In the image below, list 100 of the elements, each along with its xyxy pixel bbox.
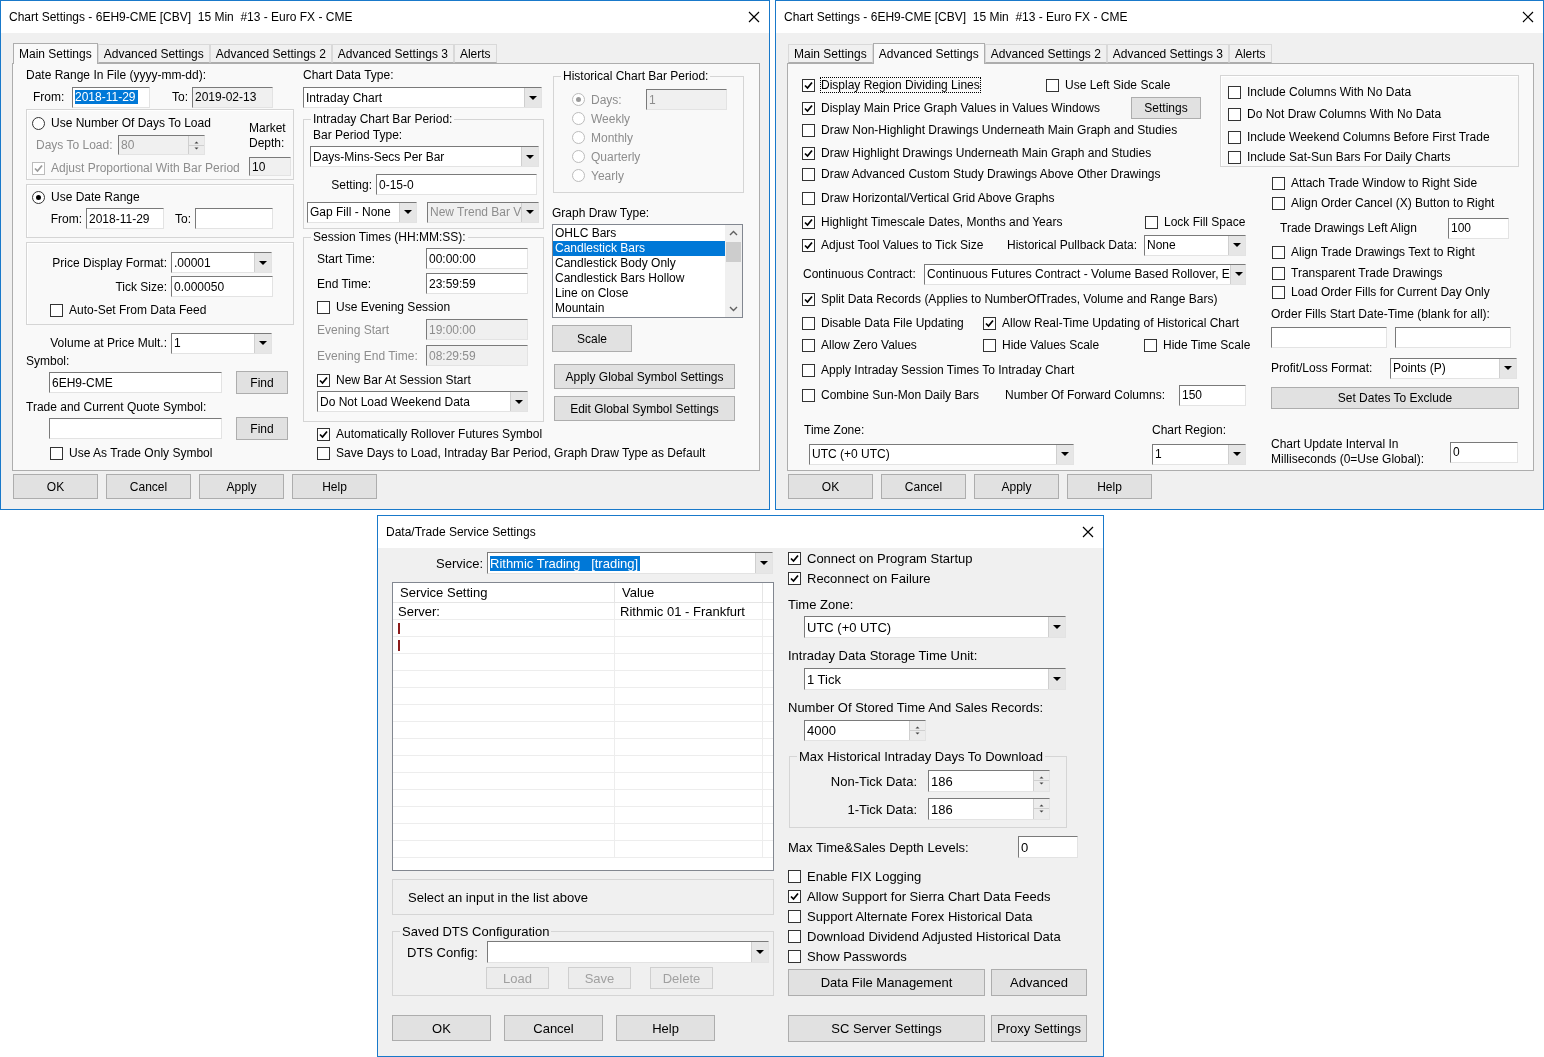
button[interactable]: Cancel (504, 1015, 603, 1041)
close-icon[interactable] (1082, 526, 1094, 538)
dropdown[interactable]: Gap Fill - None (307, 201, 417, 223)
checkbox[interactable]: Disable Data File Updating (802, 316, 964, 330)
button[interactable]: Apply (199, 474, 284, 499)
list-item[interactable]: OHLC Bars (553, 226, 725, 241)
dropdown[interactable]: Intraday Chart (303, 87, 542, 108)
dropdown[interactable]: Rithmic Trading [trading] (487, 552, 773, 574)
dropdown[interactable]: UTC (+0 UTC) (809, 443, 1074, 465)
checkbox[interactable]: Use As Trade Only Symbol (50, 446, 213, 460)
checkbox[interactable]: Use Evening Session (317, 300, 451, 314)
checkbox[interactable]: Draw Non-Highlight Drawings Underneath Main Graph and Studies (802, 123, 1178, 137)
button[interactable]: Scale (552, 325, 632, 352)
dropdown[interactable]: Do Not Load Weekend Data (317, 391, 528, 412)
tab[interactable]: Main Settings (13, 43, 98, 64)
checkbox[interactable]: Allow Support for Sierra Chart Data Feeds (788, 888, 1051, 904)
text-field[interactable]: 0 (1018, 836, 1078, 858)
button[interactable]: Settings (1131, 97, 1201, 119)
checkbox[interactable]: Highlight Timescale Dates, Months and Years (802, 215, 1063, 229)
checkbox[interactable]: Include Weekend Columns Before First Trade (1228, 130, 1490, 144)
checkbox[interactable]: Allow Zero Values (802, 338, 917, 352)
text-field[interactable]: 150 (1179, 384, 1246, 406)
dropdown[interactable]: .00001 (171, 252, 272, 273)
checkbox[interactable]: Draw Advanced Custom Study Drawings Above Other Drawings (802, 167, 1161, 181)
tab[interactable]: Advanced Settings (872, 43, 985, 64)
button[interactable]: Help (616, 1015, 715, 1041)
button[interactable]: Apply (974, 474, 1059, 499)
button[interactable]: Data File Management (788, 969, 985, 996)
text-field[interactable]: 0-15-0 (376, 174, 537, 195)
checkbox[interactable]: Hide Values Scale (983, 338, 1100, 352)
dropdown[interactable]: 1 (171, 332, 272, 354)
checkbox[interactable]: Apply Intraday Session Times To Intraday Chart (802, 363, 1075, 377)
list-item[interactable]: Mountain (553, 301, 725, 316)
button[interactable]: Cancel (881, 474, 966, 499)
list-item[interactable]: Line on Close (553, 286, 725, 301)
text-field[interactable]: 2018-11-29 (72, 86, 150, 108)
checkbox[interactable]: Draw Highlight Drawings Underneath Main Graph and Studies (802, 146, 1152, 160)
checkbox[interactable]: Split Data Records (Applies to NumberOfTrades, Volume and Range Bars) (802, 292, 1218, 306)
button[interactable]: Set Dates To Exclude (1271, 387, 1519, 409)
button[interactable]: Advanced (991, 969, 1087, 996)
button[interactable]: Help (292, 474, 377, 499)
button[interactable]: OK (788, 474, 873, 499)
spin-field[interactable]: 186 (928, 770, 1050, 792)
dropdown[interactable]: 1 (1152, 443, 1246, 465)
checkbox[interactable]: Auto-Set From Data Feed (50, 303, 207, 317)
checkbox[interactable]: New Bar At Session Start (317, 373, 471, 387)
text-field[interactable] (1395, 326, 1511, 348)
text-field[interactable]: 0.000050 (171, 276, 273, 297)
list-item[interactable]: Candlestick Body Only (553, 256, 725, 271)
text-field[interactable]: 6EH9-CME (49, 372, 222, 393)
radio-button[interactable]: Use Date Range (32, 190, 140, 204)
text-field[interactable]: 23:59:59 (426, 273, 528, 294)
checkbox[interactable]: Load Order Fills for Current Day Only (1272, 285, 1490, 299)
text-field[interactable]: 00:00:00 (426, 248, 528, 269)
text-field[interactable]: 0 (1450, 441, 1518, 463)
close-icon[interactable] (1522, 11, 1534, 23)
text-field[interactable]: 10 (249, 157, 291, 176)
button[interactable]: Help (1067, 474, 1152, 499)
checkbox[interactable]: Include Columns With No Data (1228, 85, 1412, 99)
text-field[interactable] (195, 208, 273, 229)
checkbox[interactable]: Lock Fill Space (1145, 215, 1246, 229)
tab[interactable]: Advanced Settings 2 (209, 44, 332, 63)
dropdown[interactable]: UTC (+0 UTC) (804, 616, 1066, 638)
tab[interactable]: Advanced Settings 2 (984, 44, 1107, 63)
checkbox[interactable]: Transparent Trade Drawings (1272, 266, 1443, 280)
button[interactable]: Proxy Settings (991, 1015, 1087, 1042)
tab[interactable]: Alerts (1228, 44, 1272, 63)
text-field[interactable] (49, 418, 222, 439)
text-field[interactable]: 2018-11-29 (86, 208, 164, 229)
checkbox[interactable]: Connect on Program Startup (788, 550, 973, 566)
button[interactable]: Apply Global Symbol Settings (554, 364, 735, 389)
checkbox[interactable]: Use Left Side Scale (1046, 78, 1171, 92)
checkbox[interactable]: Display Region Dividing Lines (802, 78, 980, 92)
checkbox[interactable]: Display Main Price Graph Values in Values Windows (802, 101, 1100, 115)
checkbox[interactable]: Align Order Cancel (X) Button to Right (1272, 196, 1495, 210)
button[interactable]: Cancel (106, 474, 191, 499)
checkbox[interactable]: Hide Time Scale (1144, 338, 1251, 352)
button[interactable]: SC Server Settings (788, 1015, 985, 1042)
checkbox[interactable]: Align Trade Drawings Text to Right (1272, 245, 1475, 259)
list-item[interactable]: Candlestick Bars (553, 241, 725, 256)
dropdown[interactable]: Points (P) (1390, 357, 1517, 379)
button[interactable]: Find (236, 371, 288, 394)
dropdown[interactable]: Continuous Futures Contract - Volume Based Rollover, E (924, 263, 1246, 285)
dropdown[interactable] (487, 941, 769, 963)
button[interactable]: Find (236, 417, 288, 440)
spin-field[interactable]: 4000 (804, 720, 926, 741)
text-field[interactable] (1271, 326, 1387, 348)
checkbox[interactable]: Reconnect on Failure (788, 570, 931, 586)
checkbox[interactable]: Do Not Draw Columns With No Data (1228, 107, 1442, 121)
tab[interactable]: Advanced Settings 3 (331, 44, 454, 63)
tab[interactable]: Alerts (453, 44, 497, 63)
scrollbar[interactable] (725, 225, 742, 317)
checkbox[interactable]: Attach Trade Window to Right Side (1272, 176, 1478, 190)
checkbox[interactable]: Automatically Rollover Futures Symbol (317, 427, 543, 441)
tab[interactable]: Main Settings (788, 44, 873, 63)
checkbox[interactable]: Combine Sun-Mon Daily Bars (802, 388, 980, 402)
button[interactable]: OK (392, 1015, 491, 1041)
text-field[interactable]: 2019-02-13 (192, 86, 273, 108)
dropdown[interactable]: None (1144, 234, 1246, 256)
checkbox[interactable]: Draw Horizontal/Vertical Grid Above Graphs (802, 191, 1055, 205)
